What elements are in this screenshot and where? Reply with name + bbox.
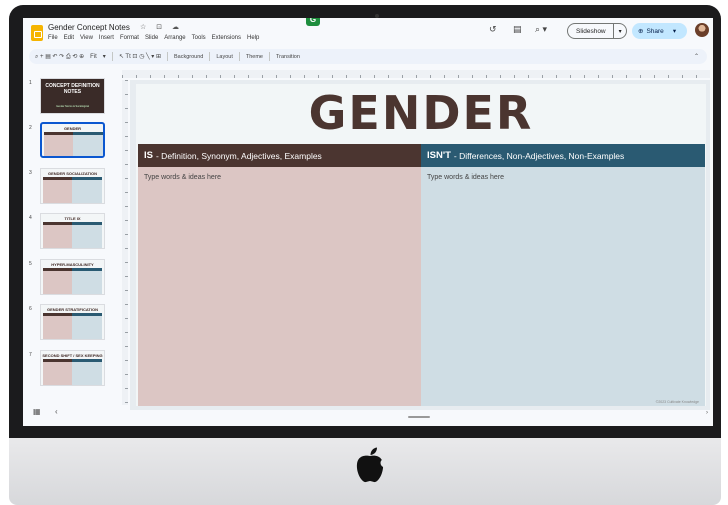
is-description: - Definition, Synonym, Adjectives, Examp… (155, 150, 322, 161)
menu-view[interactable]: View (80, 35, 93, 41)
menu-file[interactable]: File (48, 35, 58, 41)
slide-number: 4 (29, 215, 32, 221)
comments-icon[interactable]: ▤ (513, 24, 522, 35)
transition-button[interactable]: Transition (276, 54, 300, 60)
thumb-title: GENDER SOCIALIZATION (47, 171, 98, 176)
speaker-notes-handle[interactable] (408, 416, 430, 418)
slide-number: 1 (29, 80, 32, 86)
grid-view-icon[interactable]: ▦ (33, 407, 41, 416)
background-button[interactable]: Background (174, 54, 203, 60)
drawing-tools-icons[interactable]: ↖ Tt ⊡ ◷ ╲ ▾ ⊞ (119, 53, 161, 60)
share-button[interactable]: ⊕ Share ▾ (632, 23, 687, 39)
isnt-description: - Differences, Non-Adjectives, Non-Examp… (453, 150, 625, 161)
title-bar: Gender Concept Notes ☆ ⊡ ☁ File Edit Vie… (23, 18, 713, 48)
vertical-ruler[interactable] (122, 80, 128, 405)
chevron-left-icon[interactable]: ‹ (55, 407, 58, 416)
is-text-box[interactable]: Type words & ideas here (144, 174, 221, 181)
chevron-down-icon[interactable]: ▾ (673, 27, 676, 35)
chevron-right-icon[interactable]: › (706, 410, 708, 416)
chevron-down-icon[interactable]: ▾ (103, 53, 106, 60)
thumb-subtitle: Gender Norms & Sociological (56, 105, 89, 108)
slide-thumbnail-7[interactable]: SECOND SHIFT / SEX KEEPING (40, 350, 105, 386)
slide-number: 5 (29, 261, 32, 267)
layout-button[interactable]: Layout (216, 54, 233, 60)
apple-logo-icon (356, 447, 388, 483)
menu-edit[interactable]: Edit (64, 35, 74, 41)
slide-number: 2 (29, 125, 32, 131)
slide-thumbnail-3[interactable]: GENDER SOCIALIZATION (40, 168, 105, 204)
menu-bar: File Edit View Insert Format Slide Arran… (48, 35, 259, 41)
toolbar: ⌕ + ▤ ↶ ↷ ⎙ ⟲ ⊕ Fit ▾ ↖ Tt ⊡ ◷ ╲ ▾ ⊞ Bac… (29, 49, 707, 64)
thumb-title: TITLE IX (64, 216, 81, 221)
slide-thumbnail-5[interactable]: HYPER-MASCULINITY (40, 259, 105, 295)
menu-help[interactable]: Help (247, 35, 259, 41)
horizontal-ruler[interactable] (122, 70, 710, 78)
screen: Gender Concept Notes ☆ ⊡ ☁ File Edit Vie… (23, 18, 713, 426)
history-icon[interactable]: ↺ (489, 24, 497, 35)
avatar[interactable] (695, 23, 709, 37)
chevron-down-icon[interactable]: ▾ (613, 24, 626, 38)
slide-number: 3 (29, 170, 32, 176)
thumb-title: CONCEPT DEFINITION NOTES (45, 83, 100, 95)
document-title[interactable]: Gender Concept Notes (48, 23, 130, 32)
slide-thumbnail-2[interactable]: GENDER (40, 122, 105, 158)
globe-icon: ⊕ (638, 28, 644, 35)
slide-canvas: GENDER IS - Definition, Synonym, Adjecti… (130, 80, 710, 410)
slide[interactable]: GENDER IS - Definition, Synonym, Adjecti… (136, 84, 706, 406)
divider (209, 52, 211, 61)
slide-number: 6 (29, 306, 32, 312)
divider (238, 52, 240, 61)
isnt-column-header: ISN'T - Differences, Non-Adjectives, Non… (421, 144, 705, 167)
slide-title[interactable]: GENDER (136, 86, 706, 140)
slide-number: 7 (29, 352, 32, 358)
meet-icon[interactable]: ⌕ ▾ (535, 24, 547, 35)
slide-thumbnail-6[interactable]: GENDER STRATIFICATION (40, 304, 105, 340)
share-label: Share (646, 27, 664, 35)
slide-filmstrip: 1 CONCEPT DEFINITION NOTES Gender Norms … (23, 72, 113, 402)
menu-insert[interactable]: Insert (99, 35, 114, 41)
copyright-text: ©2023 Cultivate Knowledge (655, 400, 699, 404)
is-column-header: IS - Definition, Synonym, Adjectives, Ex… (138, 144, 421, 167)
theme-button[interactable]: Theme (246, 54, 263, 60)
menu-format[interactable]: Format (120, 35, 139, 41)
is-column[interactable]: IS - Definition, Synonym, Adjectives, Ex… (138, 144, 421, 406)
menu-slide[interactable]: Slide (145, 35, 158, 41)
isnt-text-box[interactable]: Type words & ideas here (427, 174, 504, 181)
slide-thumbnail-1[interactable]: CONCEPT DEFINITION NOTES Gender Norms & … (40, 78, 105, 114)
isnt-column[interactable]: ISN'T - Differences, Non-Adjectives, Non… (421, 144, 705, 406)
divider (166, 52, 168, 61)
is-label: IS (144, 150, 153, 161)
slideshow-label: Slideshow (576, 27, 606, 35)
slide-thumbnail-4[interactable]: TITLE IX (40, 213, 105, 249)
thumb-title: GENDER (63, 126, 82, 131)
toolbar-action-icons[interactable]: ⌕ + ▤ ↶ ↷ ⎙ ⟲ ⊕ (35, 53, 84, 61)
slides-logo-icon[interactable] (31, 25, 43, 41)
menu-tools[interactable]: Tools (192, 35, 206, 41)
star-move-cloud-icons[interactable]: ☆ ⊡ ☁ (140, 23, 183, 31)
menu-arrange[interactable]: Arrange (164, 35, 185, 41)
thumb-title: GENDER STRATIFICATION (47, 307, 98, 312)
slideshow-button[interactable]: Slideshow ▾ (567, 23, 627, 39)
isnt-label: ISN'T (427, 150, 451, 161)
thumb-title: HYPER-MASCULINITY (51, 262, 94, 267)
divider (268, 52, 270, 61)
thumb-title: SECOND SHIFT / SEX KEEPING (42, 353, 103, 358)
divider (111, 52, 113, 61)
collapse-toolbar-icon[interactable]: ⌃ (694, 53, 699, 60)
menu-extensions[interactable]: Extensions (212, 35, 241, 41)
grammarly-badge-icon[interactable]: G (306, 18, 320, 26)
zoom-select[interactable]: Fit (90, 54, 97, 60)
imac-frame: Gender Concept Notes ☆ ⊡ ☁ File Edit Vie… (0, 0, 728, 505)
